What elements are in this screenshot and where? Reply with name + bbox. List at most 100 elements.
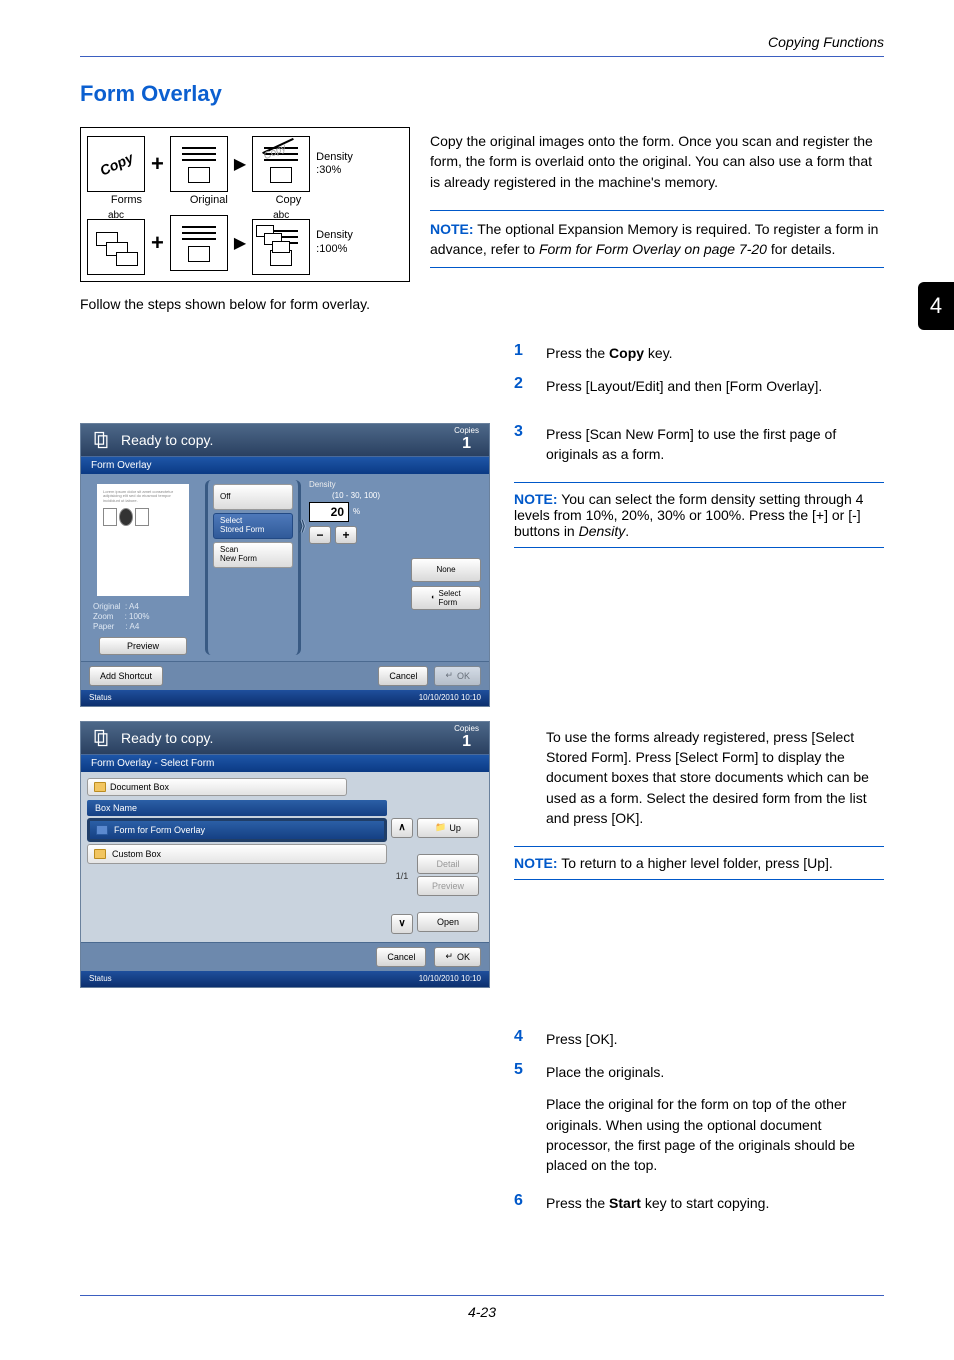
preview-thumbnail: Lorem ipsum dolor sit amet consectetur a… xyxy=(97,484,189,596)
running-header: Copying Functions xyxy=(80,34,884,57)
info-zoom-lbl: Zoom xyxy=(93,612,113,621)
diagram-faint-copy: Copy xyxy=(262,138,294,154)
chevron-right-icon: ⟫ xyxy=(298,518,306,533)
diagram-copy-word: Copy xyxy=(97,149,135,178)
status-label[interactable]: Status xyxy=(89,693,112,702)
list-item-form-overlay[interactable]: Form for Form Overlay xyxy=(87,818,387,842)
page-title: Form Overlay xyxy=(80,81,884,107)
info-zoom-val: : 100% xyxy=(125,612,150,621)
none-button[interactable]: None xyxy=(411,558,481,582)
status-label-2[interactable]: Status xyxy=(89,974,112,983)
ok-button[interactable]: ↵OK xyxy=(434,666,481,686)
panel-banner: Form Overlay xyxy=(81,456,489,474)
density-heading: Density xyxy=(309,480,403,489)
cancel-button[interactable]: Cancel xyxy=(378,666,428,686)
page-indicator: 1/1 xyxy=(391,840,413,912)
step-2-text: Press [Layout/Edit] and then [Form Overl… xyxy=(546,375,884,396)
select-form-button[interactable]: ◐SelectForm xyxy=(411,586,481,610)
density-plus-button[interactable]: + xyxy=(335,526,357,544)
density-label-1: Density xyxy=(316,151,353,164)
status-timestamp-2: 10/10/2010 10:10 xyxy=(419,974,481,983)
copy-icon-2 xyxy=(89,726,113,750)
diagram-label-original: Original xyxy=(190,194,228,206)
option-off[interactable]: Off xyxy=(213,484,293,510)
panel-banner-2: Form Overlay - Select Form xyxy=(81,754,489,772)
list-header-box-name[interactable]: Box Name xyxy=(87,800,387,816)
note-text-3: To return to a higher level folder, pres… xyxy=(558,855,833,871)
step-number-5: 5 xyxy=(514,1061,528,1079)
info-original-lbl: Original xyxy=(93,602,121,611)
step-number-6: 6 xyxy=(514,1192,528,1210)
ok-button-2[interactable]: ↵OK xyxy=(434,947,481,967)
step-number-3: 3 xyxy=(514,423,528,441)
add-shortcut-button[interactable]: Add Shortcut xyxy=(89,666,163,686)
step-5-para: Place the original for the form on top o… xyxy=(514,1094,884,1175)
step-number-2: 2 xyxy=(514,375,528,393)
page-footer: 4-23 xyxy=(80,1295,884,1320)
diagram-label-forms: Forms xyxy=(111,194,142,206)
status-timestamp: 10/10/2010 10:10 xyxy=(419,693,481,702)
option-scan-new-form[interactable]: ScanNew Form xyxy=(213,542,293,568)
copy-icon xyxy=(89,428,113,452)
breadcrumb-document-box[interactable]: Document Box xyxy=(87,778,347,796)
note-italic-2: Density xyxy=(579,523,626,539)
option-select-stored-form[interactable]: SelectStored Form ⟫ xyxy=(213,513,293,539)
cancel-button-2[interactable]: Cancel xyxy=(376,947,426,967)
arrow-icon-2: ▶ xyxy=(234,233,246,253)
ready-label-2: Ready to copy. xyxy=(121,730,213,746)
arrow-icon: ▶ xyxy=(234,154,246,174)
note-box-2: NOTE: You can select the form density se… xyxy=(514,482,884,548)
density-value-1: :30% xyxy=(316,164,353,177)
density-value-box: 20 xyxy=(309,502,349,522)
step-4-text: Press [OK]. xyxy=(546,1028,884,1049)
plus-icon: + xyxy=(151,151,164,177)
density-label-2: Density xyxy=(316,229,353,242)
preview-button-2[interactable]: Preview xyxy=(417,876,479,896)
note-box-1: NOTE: The optional Expansion Memory is r… xyxy=(430,210,884,269)
note-label-3: NOTE: xyxy=(514,855,558,871)
preview-button[interactable]: Preview xyxy=(99,637,187,655)
diagram-label-copy: Copy xyxy=(276,194,302,206)
step-5-text: Place the originals. xyxy=(546,1061,884,1082)
note-label-1: NOTE: xyxy=(430,221,474,237)
form-overlay-diagram: Copy + ▶ Copy xyxy=(80,127,410,282)
folder-icon-2 xyxy=(94,849,106,859)
density-range: (10 - 30, 100) xyxy=(309,491,403,500)
chapter-tab: 4 xyxy=(918,282,954,330)
stored-form-para: To use the forms already registered, pre… xyxy=(514,727,884,828)
step-number-1: 1 xyxy=(514,342,528,360)
step-6-text: Press the Start key to start copying. xyxy=(546,1192,884,1213)
step-number-4: 4 xyxy=(514,1028,528,1046)
up-button[interactable]: 📁Up xyxy=(417,818,479,838)
note-suffix-1: for details. xyxy=(767,241,835,257)
note-box-3: NOTE: To return to a higher level folder… xyxy=(514,846,884,880)
touch-panel-select-form: Ready to copy. Copies 1 Form Overlay - S… xyxy=(80,721,490,988)
density-value-2: :100% xyxy=(316,243,353,256)
step-1-text: Press the Copy key. xyxy=(546,342,884,363)
copies-value: 1 xyxy=(454,435,479,453)
note-label-2: NOTE: xyxy=(514,491,558,507)
intro-paragraph: Copy the original images onto the form. … xyxy=(430,131,884,192)
touch-panel-form-overlay: Ready to copy. Copies 1 Form Overlay Lor… xyxy=(80,423,490,707)
note-text-2: You can select the form density setting … xyxy=(514,491,863,539)
list-item-custom-box[interactable]: Custom Box xyxy=(87,844,387,864)
copies-label-2: Copies xyxy=(454,724,479,733)
info-paper-lbl: Paper xyxy=(93,622,114,631)
note-suffix-2: . xyxy=(625,523,629,539)
copies-label: Copies xyxy=(454,426,479,435)
scroll-up-button[interactable]: ∧ xyxy=(391,818,413,838)
open-button[interactable]: Open xyxy=(417,912,479,932)
scroll-down-button[interactable]: ∨ xyxy=(391,914,413,934)
info-paper-val: : A4 xyxy=(125,622,139,631)
folder-icon xyxy=(94,782,106,792)
folder-icon-blue xyxy=(96,825,108,835)
detail-button[interactable]: Detail xyxy=(417,854,479,874)
density-minus-button[interactable]: − xyxy=(309,526,331,544)
plus-icon-2: + xyxy=(151,230,164,256)
step-3-text: Press [Scan New Form] to use the first p… xyxy=(546,423,884,465)
copies-value-2: 1 xyxy=(454,733,479,751)
follow-text: Follow the steps shown below for form ov… xyxy=(80,296,884,312)
ready-label: Ready to copy. xyxy=(121,432,213,448)
percent-label: % xyxy=(353,507,360,516)
note-ref-1: Form for Form Overlay on page 7-20 xyxy=(539,241,767,257)
